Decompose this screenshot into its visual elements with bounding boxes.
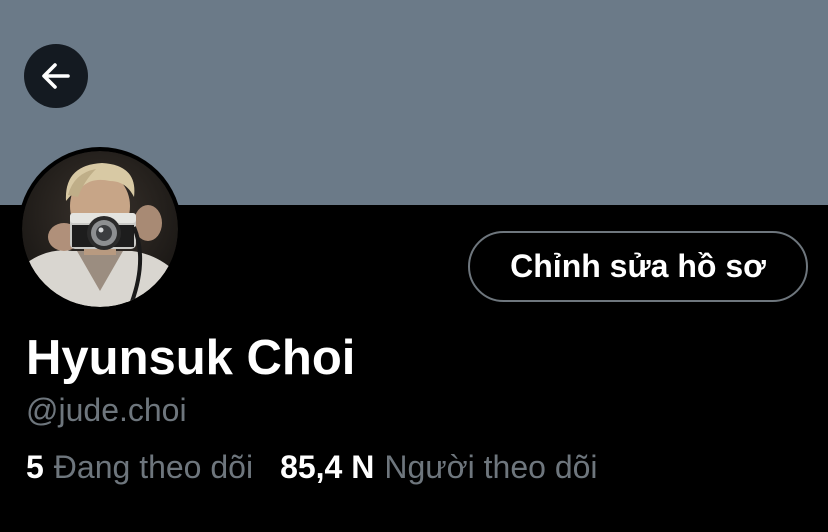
profile-screen: Chỉnh sửa hồ sơ Hyunsuk Choi @jude.choi … bbox=[0, 0, 828, 532]
followers-stat[interactable]: 85,4 N Người theo dõi bbox=[280, 447, 597, 487]
follow-stats: 5 Đang theo dõi 85,4 N Người theo dõi bbox=[26, 447, 598, 487]
profile-display-name: Hyunsuk Choi bbox=[26, 331, 356, 385]
followers-count: 85,4 N bbox=[280, 449, 375, 485]
back-button[interactable] bbox=[24, 44, 88, 108]
arrow-left-icon bbox=[38, 58, 74, 94]
following-count: 5 bbox=[26, 449, 44, 485]
avatar[interactable] bbox=[18, 147, 182, 311]
following-label: Đang theo dõi bbox=[53, 449, 254, 485]
followers-label: Người theo dõi bbox=[384, 449, 598, 485]
profile-handle: @jude.choi bbox=[26, 392, 187, 428]
edit-profile-button[interactable]: Chỉnh sửa hồ sơ bbox=[468, 231, 808, 302]
following-stat[interactable]: 5 Đang theo dõi bbox=[26, 447, 253, 487]
